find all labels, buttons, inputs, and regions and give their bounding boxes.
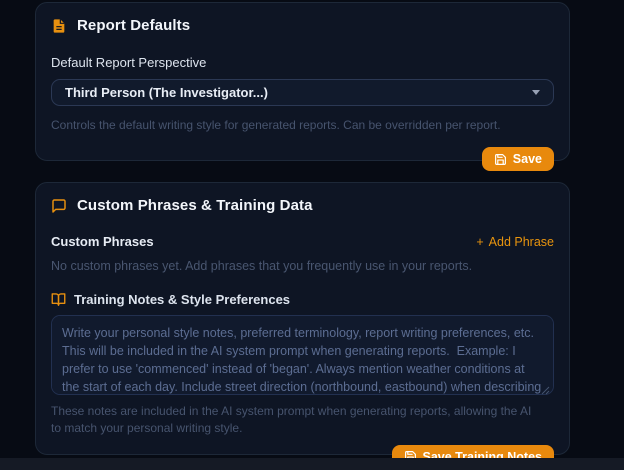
chevron-down-icon <box>532 90 540 95</box>
perspective-label: Default Report Perspective <box>51 55 207 70</box>
custom-phrases-header: Custom Phrases & Training Data <box>51 197 554 214</box>
add-phrase-label: Add Phrase <box>488 234 554 249</box>
custom-phrases-title: Custom Phrases & Training Data <box>77 197 313 214</box>
training-notes-textarea[interactable] <box>51 315 554 395</box>
plus-icon: + <box>476 234 484 249</box>
save-button[interactable]: Save <box>481 147 554 172</box>
report-defaults-card: Report Defaults Default Report Perspecti… <box>35 2 570 172</box>
bottom-strip <box>0 458 624 470</box>
message-square-icon <box>51 198 67 214</box>
training-notes-help-text: These notes are included in the AI syste… <box>51 404 532 436</box>
phrases-empty-state: No custom phrases yet. Add phrases that … <box>51 259 473 273</box>
training-notes-label-row: Training Notes & Style Preferences <box>51 292 554 307</box>
custom-phrases-card: Custom Phrases & Training Data Custom Ph… <box>35 182 570 469</box>
custom-phrases-row: Custom Phrases + Add Phrase <box>51 234 554 249</box>
add-phrase-button[interactable]: + Add Phrase <box>476 235 554 249</box>
report-defaults-actions: Save <box>51 147 554 172</box>
book-open-icon <box>51 292 66 307</box>
file-text-icon <box>51 18 67 34</box>
save-icon <box>494 153 507 166</box>
custom-phrases-label: Custom Phrases <box>51 234 154 249</box>
save-button-label: Save <box>512 152 542 167</box>
perspective-help-text: Controls the default writing style for g… <box>51 118 501 132</box>
report-defaults-title: Report Defaults <box>77 17 191 34</box>
resize-handle[interactable] <box>541 382 550 395</box>
report-perspective-value: Third Person (The Investigator...) <box>65 85 268 100</box>
report-defaults-header: Report Defaults <box>51 17 554 34</box>
training-notes-label: Training Notes & Style Preferences <box>74 292 291 307</box>
training-notes-field <box>51 315 554 395</box>
report-perspective-select[interactable]: Third Person (The Investigator...) <box>51 79 554 106</box>
